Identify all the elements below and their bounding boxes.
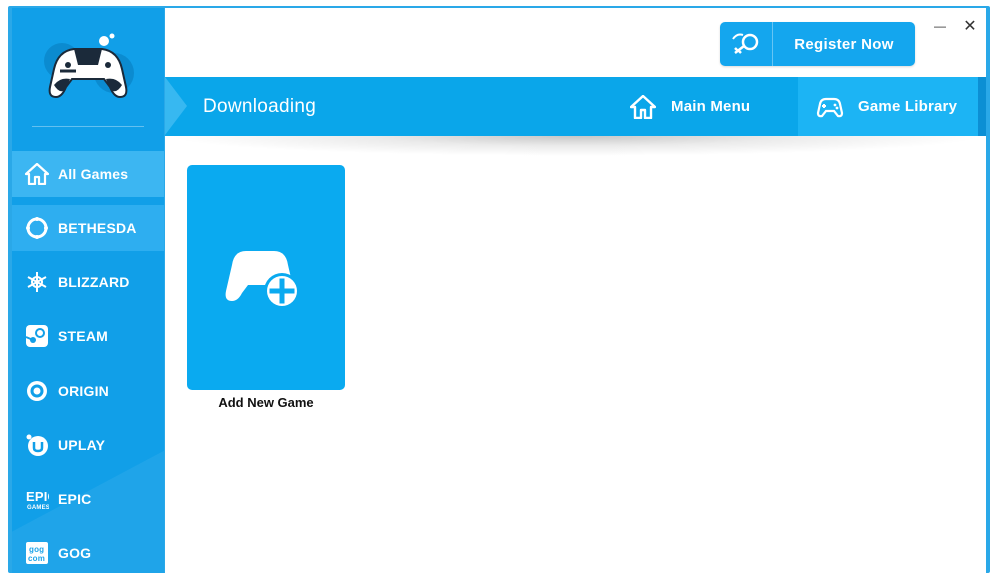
bethesda-icon: [24, 215, 50, 241]
navbar-shadow: [165, 136, 986, 156]
sidebar-item-blizzard[interactable]: BLIZZARD: [12, 259, 164, 305]
sidebar: All Games BETHESDA BLIZZARD STEAM ORIGIN…: [12, 8, 164, 573]
add-new-game-label: Add New Game: [218, 395, 314, 410]
sidebar-item-uplay[interactable]: UPLAY: [12, 422, 164, 468]
tab-label: Main Menu: [671, 98, 751, 115]
register-now-button[interactable]: Register Now: [720, 22, 915, 66]
sidebar-item-bethesda[interactable]: BETHESDA: [12, 205, 164, 251]
navigation-bar: Downloading Main Menu Game Library: [165, 77, 986, 136]
add-new-game-card[interactable]: [187, 165, 345, 390]
home-icon: [24, 161, 50, 187]
sidebar-item-label: STEAM: [58, 328, 108, 344]
key-icon: [720, 22, 773, 66]
gog-icon: gog com: [24, 540, 50, 566]
tab-label: Game Library: [858, 98, 958, 115]
tab-game-library[interactable]: Game Library: [798, 77, 978, 136]
title-bar: Register Now — ✕: [165, 8, 986, 77]
epic-icon: EPICGAMES: [24, 486, 50, 512]
sidebar-item-label: BLIZZARD: [58, 274, 130, 290]
steam-icon: [24, 323, 50, 349]
page-title: Downloading: [203, 96, 317, 117]
svg-text:com: com: [28, 554, 45, 563]
gamepad-icon: [816, 93, 844, 121]
sidebar-item-label: BETHESDA: [58, 220, 137, 236]
svg-text:EPIC: EPIC: [26, 489, 49, 504]
home-icon: [629, 93, 657, 121]
minimize-button[interactable]: —: [929, 16, 951, 36]
sidebar-item-origin[interactable]: ORIGIN: [12, 368, 164, 414]
register-now-label: Register Now: [794, 35, 894, 53]
svg-text:GAMES: GAMES: [27, 505, 49, 511]
navbar-edge: [978, 77, 986, 136]
chevron-right-icon: [165, 77, 187, 135]
logo-divider: [32, 126, 144, 127]
sidebar-item-label: UPLAY: [58, 437, 106, 453]
sidebar-item-label: GOG: [58, 545, 92, 561]
svg-text:gog: gog: [29, 545, 44, 554]
close-button[interactable]: ✕: [959, 16, 981, 36]
sidebar-item-steam[interactable]: STEAM: [12, 313, 164, 359]
sidebar-item-label: EPIC: [58, 491, 92, 507]
add-game-icon: [225, 250, 300, 309]
blizzard-icon: [24, 269, 50, 295]
sidebar-item-label: ORIGIN: [58, 383, 109, 399]
sidebar-item-all-games[interactable]: All Games: [12, 151, 164, 197]
sidebar-item-label: All Games: [58, 166, 129, 182]
sidebar-item-epic[interactable]: EPICGAMES EPIC: [12, 476, 164, 522]
origin-icon: [24, 378, 50, 404]
app-logo: [12, 8, 164, 126]
close-icon: ✕: [963, 18, 977, 35]
sidebar-item-gog[interactable]: gog com GOG: [12, 530, 164, 573]
gamepad-logo-icon: [44, 33, 134, 99]
uplay-icon: [24, 432, 50, 458]
minimize-icon: —: [934, 19, 946, 33]
main-panel: Register Now — ✕ Downloading Main Menu G…: [165, 8, 986, 573]
tab-main-menu[interactable]: Main Menu: [629, 77, 789, 136]
